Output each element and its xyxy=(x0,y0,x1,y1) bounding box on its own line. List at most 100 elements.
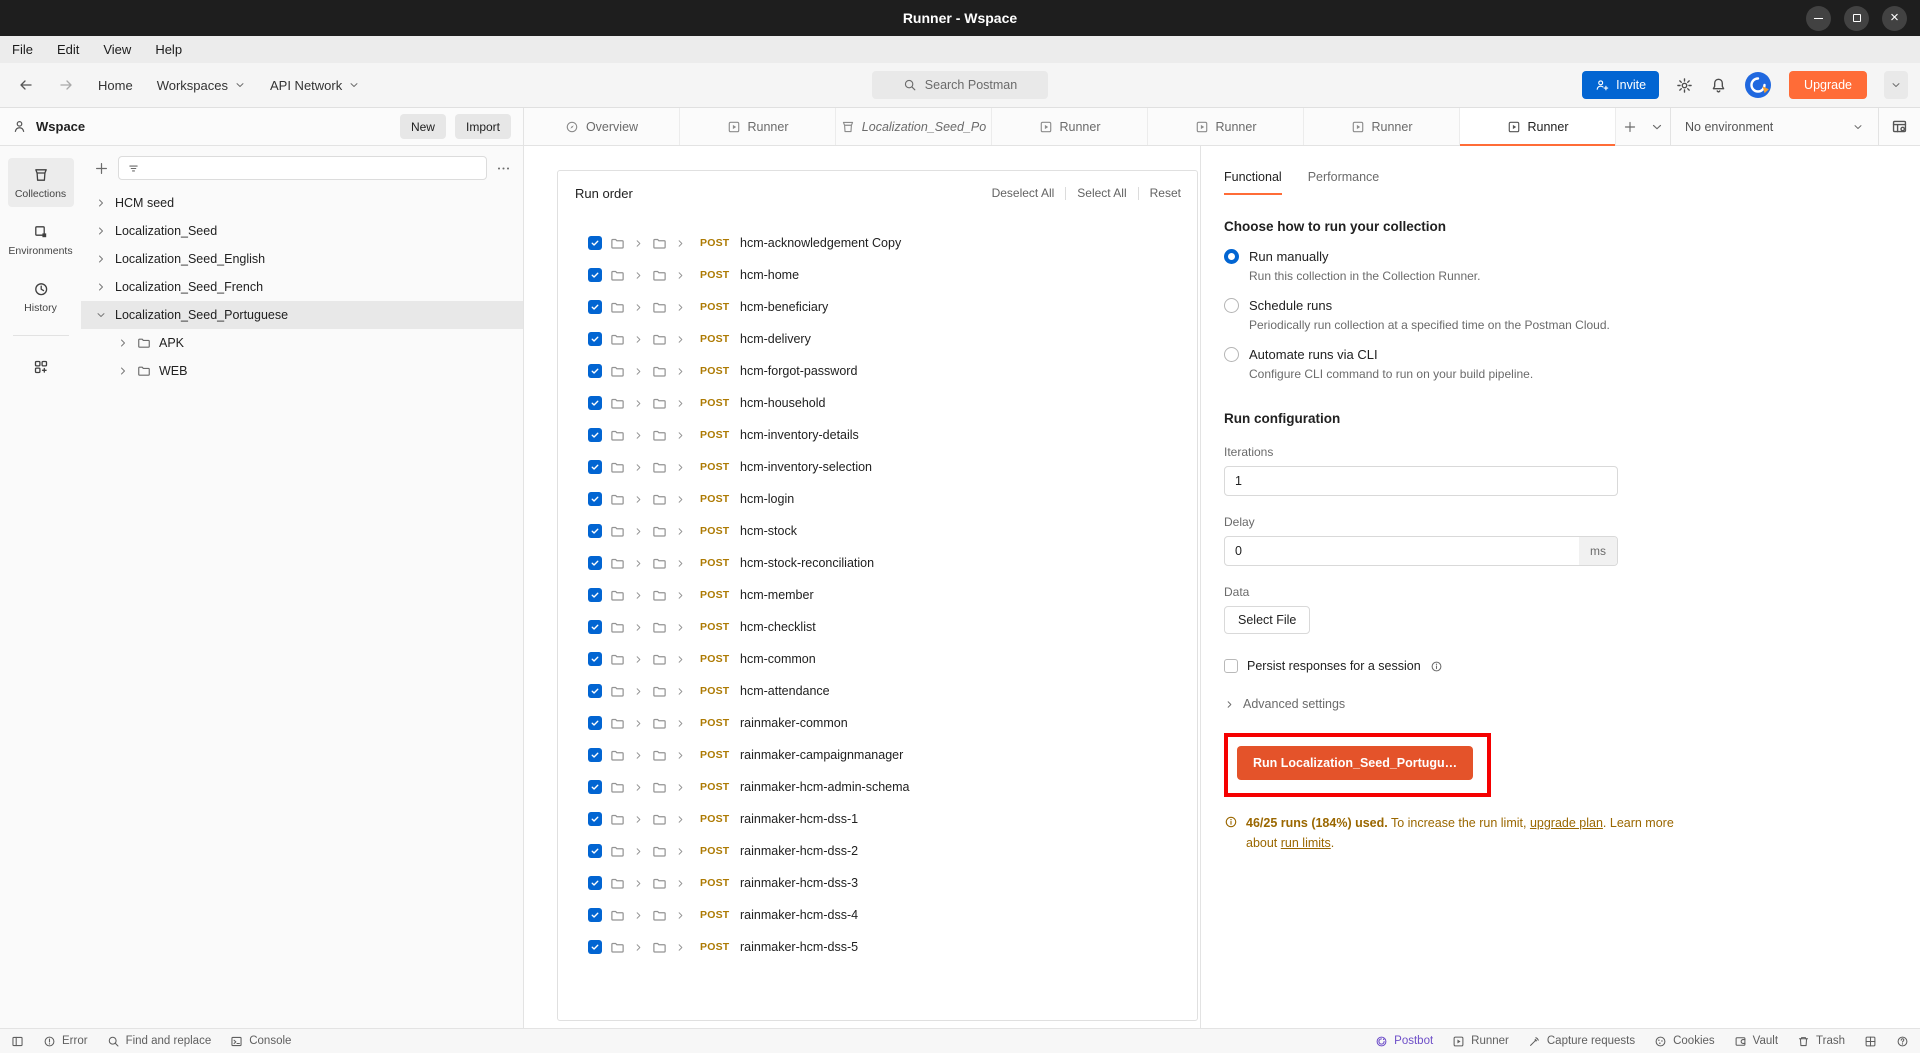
request-checkbox[interactable] xyxy=(588,300,602,314)
request-checkbox[interactable] xyxy=(588,492,602,506)
run-order-row[interactable]: POST hcm-inventory-details xyxy=(588,419,1197,451)
run-order-row[interactable]: POST rainmaker-hcm-admin-schema xyxy=(588,771,1197,803)
tree-item-hcm-seed[interactable]: HCM seed xyxy=(81,189,523,217)
tree-item-localization-seed-french[interactable]: Localization_Seed_French xyxy=(81,273,523,301)
run-order-row[interactable]: POST hcm-inventory-selection xyxy=(588,451,1197,483)
run-order-row[interactable]: POST hcm-member xyxy=(588,579,1197,611)
menu-view[interactable]: View xyxy=(103,42,131,57)
run-order-row[interactable]: POST hcm-acknowledgement Copy xyxy=(588,227,1197,259)
collection-search-field[interactable] xyxy=(146,160,478,176)
status-help[interactable] xyxy=(1896,1035,1909,1048)
sidebar-rail-environments[interactable]: Environments xyxy=(8,215,74,264)
tab-functional[interactable]: Functional xyxy=(1224,170,1282,195)
run-order-row[interactable]: POST hcm-forgot-password xyxy=(588,355,1197,387)
workspace-name[interactable]: Wspace xyxy=(36,119,85,134)
run-order-row[interactable]: POST hcm-login xyxy=(588,483,1197,515)
tab-runner[interactable]: Runner xyxy=(992,108,1148,145)
request-checkbox[interactable] xyxy=(588,268,602,282)
run-order-row[interactable]: POST hcm-home xyxy=(588,259,1197,291)
status-find-and-replace[interactable]: Find and replace xyxy=(107,1035,211,1048)
forward-icon[interactable] xyxy=(58,77,74,93)
run-order-row[interactable]: POST hcm-delivery xyxy=(588,323,1197,355)
request-checkbox[interactable] xyxy=(588,716,602,730)
run-order-row[interactable]: POST hcm-beneficiary xyxy=(588,291,1197,323)
tab-runner[interactable]: Runner xyxy=(1304,108,1460,145)
run-collection-button[interactable]: Run Localization_Seed_Portugu… xyxy=(1237,746,1474,780)
persist-responses-checkbox[interactable] xyxy=(1224,659,1238,673)
tab-runner[interactable]: Runner xyxy=(680,108,836,145)
radio-run-manually[interactable] xyxy=(1224,249,1239,264)
request-checkbox[interactable] xyxy=(588,876,602,890)
menu-edit[interactable]: Edit xyxy=(57,42,79,57)
upgrade-dropdown-button[interactable] xyxy=(1884,71,1908,99)
request-checkbox[interactable] xyxy=(588,396,602,410)
request-checkbox[interactable] xyxy=(588,652,602,666)
minimize-button[interactable] xyxy=(1806,5,1831,31)
run-order-row[interactable]: POST hcm-stock-reconciliation xyxy=(588,547,1197,579)
run-mode-option-row[interactable]: Schedule runs xyxy=(1224,298,1784,313)
tree-item-localization-seed-portuguese[interactable]: Localization_Seed_Portuguese xyxy=(81,301,523,329)
upgrade-plan-link[interactable]: upgrade plan xyxy=(1530,816,1603,830)
tab-localization-seed-po[interactable]: Localization_Seed_Po xyxy=(836,108,992,145)
avatar[interactable] xyxy=(1744,71,1772,99)
request-checkbox[interactable] xyxy=(588,812,602,826)
upgrade-button[interactable]: Upgrade xyxy=(1789,71,1867,99)
run-order-row[interactable]: POST hcm-common xyxy=(588,643,1197,675)
tree-item-localization-seed[interactable]: Localization_Seed xyxy=(81,217,523,245)
environment-selector[interactable]: No environment xyxy=(1670,108,1878,145)
status-sidebar-toggle[interactable] xyxy=(11,1035,24,1048)
run-order-row[interactable]: POST rainmaker-hcm-dss-1 xyxy=(588,803,1197,835)
request-checkbox[interactable] xyxy=(588,908,602,922)
request-checkbox[interactable] xyxy=(588,332,602,346)
environment-quick-look-button[interactable] xyxy=(1878,108,1920,145)
request-checkbox[interactable] xyxy=(588,236,602,250)
tab-options-button[interactable] xyxy=(1643,108,1670,145)
status-error[interactable]: Error xyxy=(43,1035,88,1048)
import-button[interactable]: Import xyxy=(454,114,511,139)
add-collection-icon[interactable] xyxy=(94,161,109,176)
request-checkbox[interactable] xyxy=(588,524,602,538)
tree-item-localization-seed-english[interactable]: Localization_Seed_English xyxy=(81,245,523,273)
iterations-input[interactable] xyxy=(1224,466,1618,496)
radio-schedule-runs[interactable] xyxy=(1224,298,1239,313)
nav-home[interactable]: Home xyxy=(98,78,133,93)
reset-button[interactable]: Reset xyxy=(1139,187,1183,200)
status-postbot[interactable]: Postbot xyxy=(1375,1035,1433,1048)
status-capture-requests[interactable]: Capture requests xyxy=(1528,1035,1635,1048)
menu-help[interactable]: Help xyxy=(155,42,182,57)
request-checkbox[interactable] xyxy=(588,940,602,954)
request-checkbox[interactable] xyxy=(588,844,602,858)
deselect-all-button[interactable]: Deselect All xyxy=(981,187,1067,200)
run-order-row[interactable]: POST rainmaker-hcm-dss-5 xyxy=(588,931,1197,963)
request-checkbox[interactable] xyxy=(588,748,602,762)
status-runner[interactable]: Runner xyxy=(1452,1035,1509,1048)
nav-api-network[interactable]: API Network xyxy=(270,78,360,93)
request-checkbox[interactable] xyxy=(588,588,602,602)
advanced-settings-toggle[interactable]: Advanced settings xyxy=(1224,697,1784,711)
sidebar-rail-more-modules[interactable] xyxy=(8,350,74,382)
status-trash[interactable]: Trash xyxy=(1797,1035,1845,1048)
run-mode-option-row[interactable]: Run manually xyxy=(1224,249,1784,264)
run-order-row[interactable]: POST rainmaker-hcm-dss-2 xyxy=(588,835,1197,867)
new-button[interactable]: New xyxy=(399,114,446,139)
back-icon[interactable] xyxy=(18,77,34,93)
menu-file[interactable]: File xyxy=(12,42,33,57)
run-order-row[interactable]: POST hcm-checklist xyxy=(588,611,1197,643)
run-mode-option-row[interactable]: Automate runs via CLI xyxy=(1224,347,1784,362)
request-checkbox[interactable] xyxy=(588,684,602,698)
tab-runner[interactable]: Runner xyxy=(1460,108,1616,146)
delay-input[interactable] xyxy=(1224,536,1618,566)
select-all-button[interactable]: Select All xyxy=(1066,187,1139,200)
tab-runner[interactable]: Runner xyxy=(1148,108,1304,145)
request-checkbox[interactable] xyxy=(588,780,602,794)
tree-item-apk[interactable]: APK xyxy=(81,329,523,357)
sidebar-rail-history[interactable]: History xyxy=(8,272,74,321)
request-checkbox[interactable] xyxy=(588,460,602,474)
invite-button[interactable]: Invite xyxy=(1582,71,1660,99)
more-options-icon[interactable] xyxy=(496,161,511,176)
run-order-row[interactable]: POST hcm-attendance xyxy=(588,675,1197,707)
request-checkbox[interactable] xyxy=(588,428,602,442)
request-checkbox[interactable] xyxy=(588,556,602,570)
new-tab-button[interactable] xyxy=(1616,108,1643,145)
run-limits-link[interactable]: run limits xyxy=(1281,836,1331,850)
